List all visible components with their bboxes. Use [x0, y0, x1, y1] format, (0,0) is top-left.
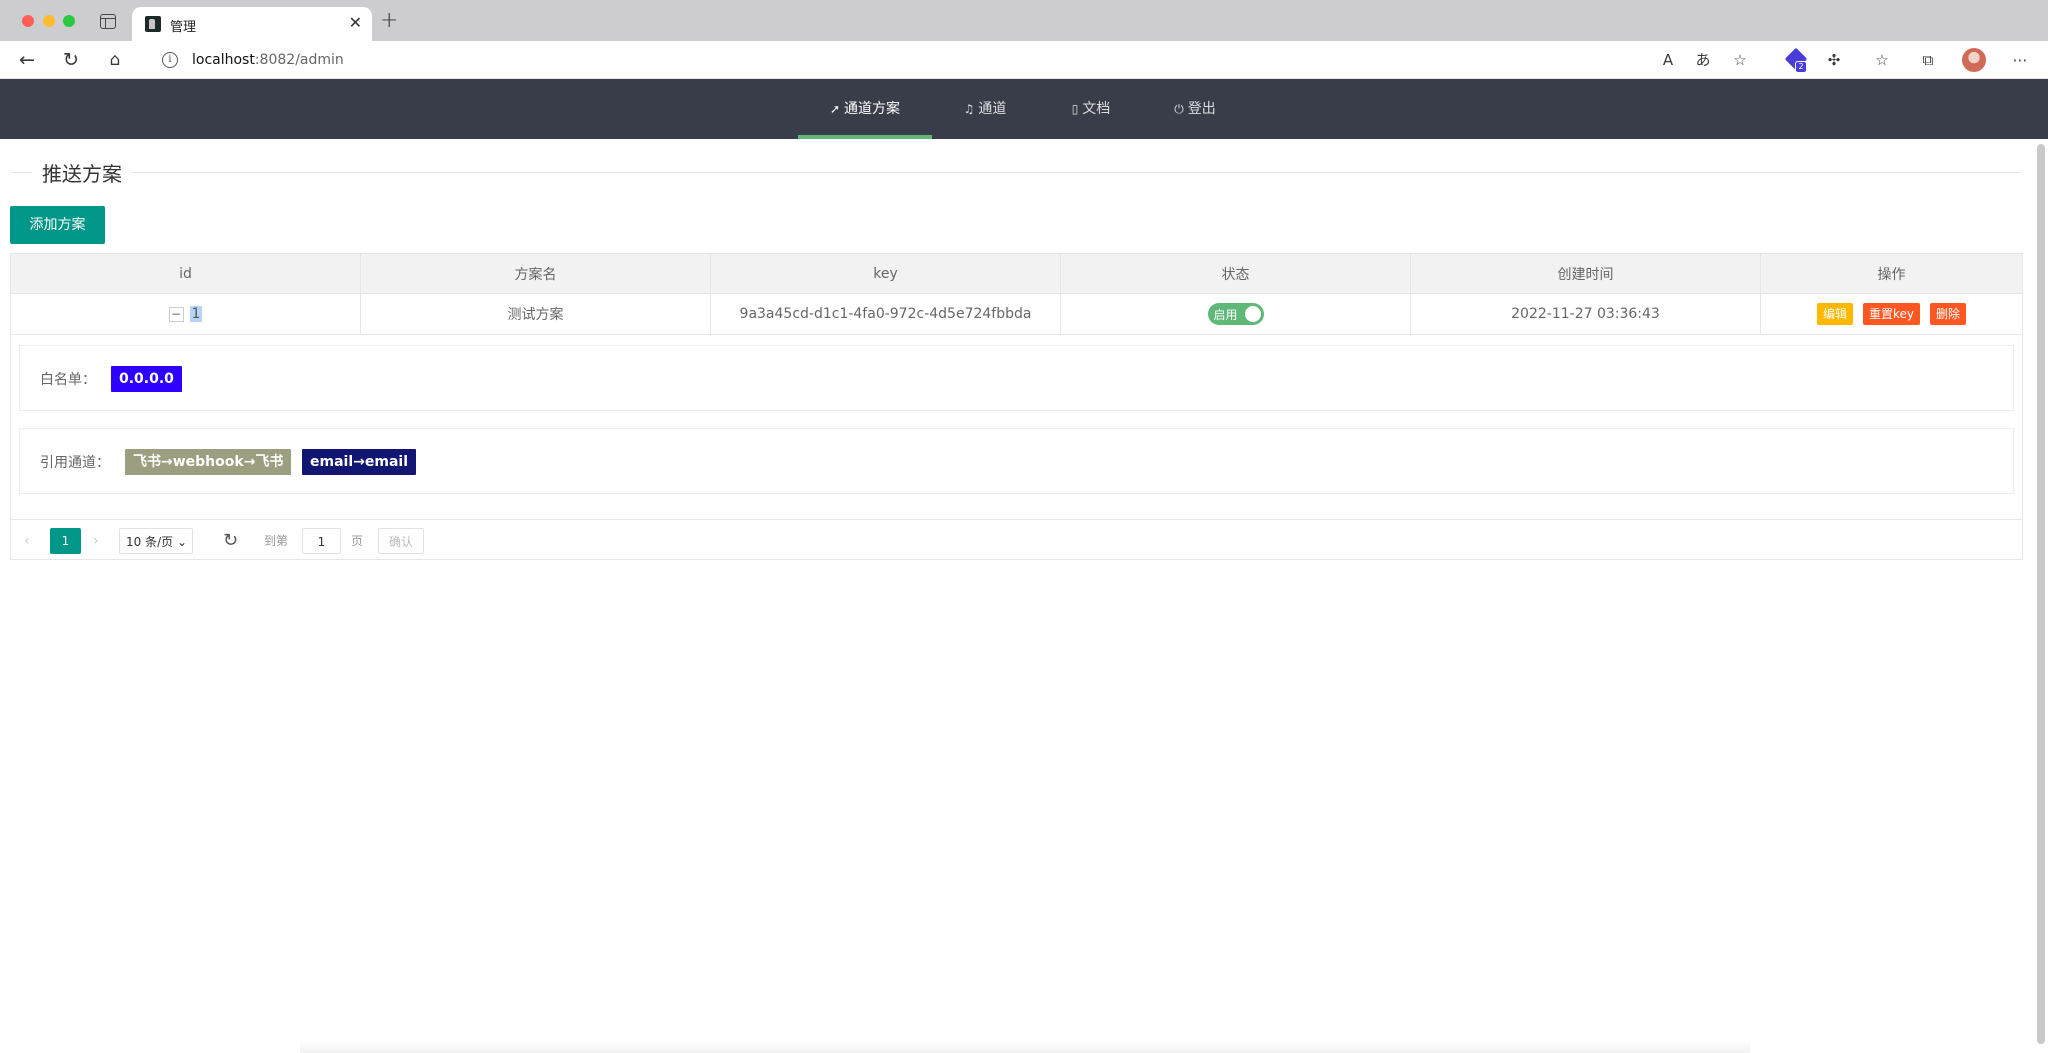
site-info-icon[interactable]: i	[162, 52, 178, 68]
channel-tag: email→email	[302, 449, 416, 475]
nav-item-plans[interactable]: ➚ 通道方案	[798, 79, 932, 139]
cell-key: 9a3a45cd-d1c1-4fa0-972c-4d5e724fbbda	[711, 294, 1061, 334]
reset-key-button[interactable]: 重置key	[1862, 303, 1920, 325]
address-url[interactable]: localhost:8082/admin	[192, 52, 344, 68]
nav-active-indicator	[798, 135, 932, 139]
power-icon: ⏻	[1174, 102, 1184, 116]
maximize-window-icon[interactable]	[63, 15, 75, 27]
chevron-down-icon: ⌄	[176, 535, 188, 549]
address-bar[interactable]: i localhost:8082/admin	[146, 45, 1706, 75]
whitelist-panel: 白名单： 0.0.0.0	[19, 345, 2014, 411]
collections-icon[interactable]: ⧉	[1916, 48, 1940, 72]
prev-page-icon[interactable]: ‹	[24, 528, 30, 554]
close-window-icon[interactable]	[22, 15, 34, 27]
header-status: 状态	[1061, 254, 1411, 293]
next-page-icon[interactable]: ›	[93, 528, 99, 554]
extension-badge: 2	[1795, 61, 1807, 73]
bell-icon: ♫	[963, 102, 975, 116]
add-plan-button[interactable]: 添加方案	[10, 206, 105, 244]
header-created: 创建时间	[1411, 254, 1761, 293]
status-toggle-label: 启用	[1213, 308, 1238, 322]
page-unit-label: 页	[351, 534, 364, 548]
nav-item-channels[interactable]: ♫ 通道	[950, 79, 1020, 139]
more-menu-icon[interactable]: ⋯	[2008, 48, 2032, 72]
header-key: key	[711, 254, 1061, 293]
collapse-row-icon[interactable]: −	[168, 306, 184, 322]
page-current[interactable]: 1	[50, 528, 81, 554]
pagination: ‹ 1 › 10 条/页 ⌄ ↻ 到第 1 页 确认	[11, 519, 2022, 559]
cell-actions: 编辑 重置key 删除	[1761, 294, 2022, 334]
channel-tag: 飞书→webhook→飞书	[125, 449, 292, 475]
favorites-icon[interactable]: ☆	[1870, 48, 1894, 72]
new-tab-icon[interactable]: +	[380, 8, 398, 33]
cell-id: − 1	[11, 294, 361, 334]
page-scrollbar[interactable]	[2037, 139, 2046, 1049]
translate-icon[interactable]: あ	[1691, 48, 1715, 72]
scrollbar-thumb[interactable]	[2037, 144, 2045, 1044]
back-icon[interactable]: ←	[15, 48, 39, 72]
page-title: 推送方案	[32, 158, 132, 187]
add-favorite-icon[interactable]: ☆	[1728, 48, 1752, 72]
read-aloud-icon[interactable]: A	[1656, 48, 1680, 72]
bottom-shadow	[300, 1040, 1750, 1053]
cell-status: 启用	[1061, 294, 1411, 334]
channels-label: 引用通道：	[40, 455, 110, 471]
status-toggle-knob	[1244, 306, 1261, 322]
channels-panel: 引用通道： 飞书→webhook→飞书 email→email	[19, 428, 2014, 494]
section-divider	[10, 172, 2022, 173]
cell-created: 2022-11-27 03:36:43	[1411, 294, 1761, 334]
nav-item-docs[interactable]: ▯ 文档	[1056, 79, 1126, 139]
edit-button[interactable]: 编辑	[1816, 303, 1853, 325]
delete-button[interactable]: 删除	[1930, 303, 1967, 325]
plans-table: id 方案名 key 状态 创建时间 操作 − 1 测试方案 9a3a45cd-…	[10, 253, 2023, 560]
table-header: id 方案名 key 状态 创建时间 操作	[11, 254, 2022, 294]
browser-toolbar: ← ↻ ⌂ i localhost:8082/admin A あ ☆ 2 ✣ ☆…	[0, 41, 2048, 79]
nav-item-logout[interactable]: ⏻ 登出	[1160, 79, 1230, 139]
tab-title: 管理	[170, 20, 197, 35]
file-icon: ▯	[1071, 102, 1079, 116]
reload-icon[interactable]: ↻	[59, 48, 83, 72]
goto-page-input[interactable]: 1	[302, 528, 341, 554]
app-header: ➚ 通道方案 ♫ 通道 ▯ 文档 ⏻ 登出	[0, 79, 2048, 139]
close-tab-icon[interactable]: ✕	[349, 13, 362, 32]
goto-confirm-button[interactable]: 确认	[378, 528, 424, 554]
whitelist-tag: 0.0.0.0	[111, 366, 182, 392]
whitelist-label: 白名单：	[40, 372, 96, 388]
home-icon[interactable]: ⌂	[103, 48, 127, 72]
site-favicon-icon	[145, 16, 161, 32]
header-id: id	[11, 254, 361, 293]
table-row: − 1 测试方案 9a3a45cd-d1c1-4fa0-972c-4d5e724…	[11, 294, 2022, 335]
browser-tabstrip: 管理 ✕ +	[0, 0, 2048, 41]
browser-tab-active[interactable]: 管理 ✕	[132, 7, 372, 41]
status-toggle[interactable]: 启用	[1207, 303, 1264, 325]
page-size-select[interactable]: 10 条/页 ⌄	[119, 528, 193, 554]
tab-overview-icon[interactable]	[100, 14, 116, 29]
header-name: 方案名	[361, 254, 711, 293]
profile-avatar[interactable]	[1962, 48, 1986, 72]
paper-plane-icon: ➚	[829, 102, 841, 116]
extensions-puzzle-icon[interactable]: ✣	[1822, 48, 1846, 72]
refresh-icon[interactable]: ↻	[223, 528, 238, 554]
goto-label: 到第	[264, 534, 289, 548]
row-id: 1	[189, 306, 203, 322]
cell-name: 测试方案	[361, 294, 711, 334]
minimize-window-icon[interactable]	[43, 15, 55, 27]
header-actions: 操作	[1877, 266, 1906, 283]
